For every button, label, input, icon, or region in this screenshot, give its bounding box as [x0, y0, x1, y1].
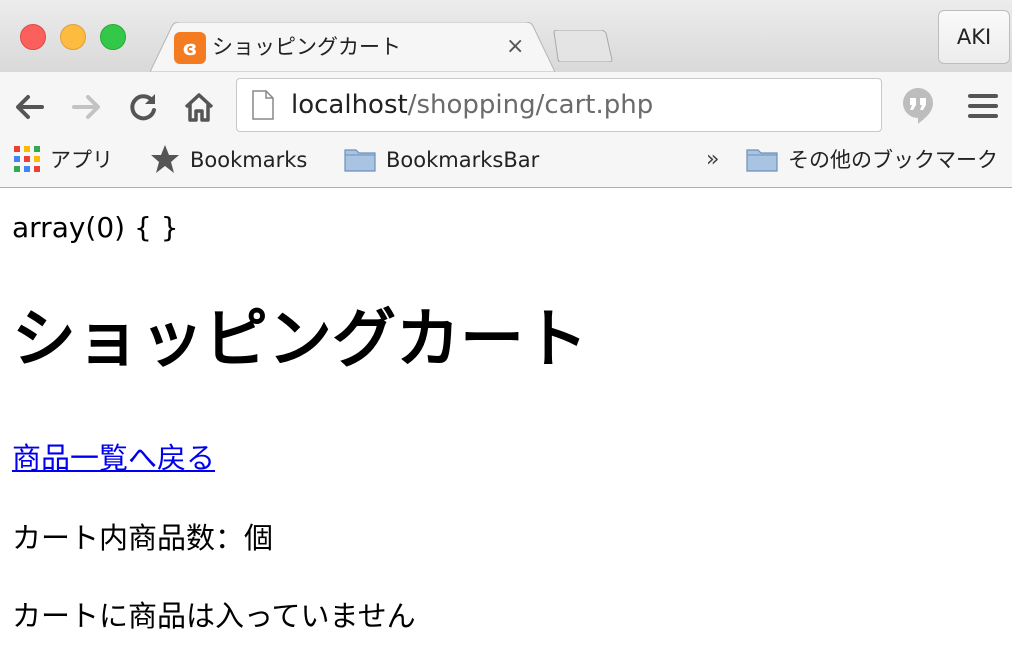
window-minimize-button[interactable]: [60, 24, 86, 50]
bookmark-other-label: その他のブックマーク: [788, 148, 998, 172]
cart-item-count: カート内商品数：個: [12, 521, 274, 555]
page-title: ショッピングカート: [12, 303, 588, 377]
home-icon[interactable]: [182, 90, 216, 124]
profile-button[interactable]: AKI: [938, 10, 1010, 64]
bookmark-folder-bookmarksbar[interactable]: BookmarksBar: [344, 140, 539, 180]
bookmark-apps-label: アプリ: [50, 148, 113, 172]
back-to-products-link[interactable]: 商品一覧へ戻る: [12, 438, 215, 478]
forward-arrow-icon[interactable]: [70, 90, 104, 124]
window-maximize-button[interactable]: [100, 24, 126, 50]
bookmark-bookmarks[interactable]: Bookmarks: [150, 140, 307, 180]
tab-active[interactable]: ɞ ショッピングカート ×: [150, 22, 555, 72]
tab-title: ショッピングカート: [212, 35, 401, 59]
hangouts-icon[interactable]: [900, 86, 936, 126]
back-arrow-icon[interactable]: [12, 90, 46, 124]
apps-grid-icon: [14, 146, 40, 172]
url-text[interactable]: localhost/shopping/cart.php: [291, 79, 653, 131]
title-bar: ɞ ショッピングカート × AKI: [0, 0, 1012, 72]
var-dump-output: array(0) { }: [12, 211, 179, 244]
window-close-button[interactable]: [20, 24, 46, 50]
bookmarks-bar: アプリ Bookmarks BookmarksBar » その他のブックマーク: [0, 140, 1012, 188]
url-path: /shopping/cart.php: [407, 90, 654, 120]
xampp-icon: ɞ: [174, 32, 206, 64]
address-bar[interactable]: localhost/shopping/cart.php: [236, 78, 882, 132]
bookmark-apps[interactable]: アプリ: [14, 140, 113, 180]
url-host: localhost: [291, 90, 408, 120]
folder-icon: [344, 149, 376, 172]
toolbar: localhost/shopping/cart.php: [0, 72, 1012, 140]
folder-icon: [746, 149, 778, 172]
menu-icon[interactable]: [966, 92, 1000, 120]
bookmark-folder-other[interactable]: その他のブックマーク: [746, 140, 998, 180]
bookmarks-overflow-chevron[interactable]: »: [706, 140, 719, 180]
new-tab-button[interactable]: [552, 29, 614, 63]
bookmark-bookmarks-label: Bookmarks: [190, 148, 308, 172]
bookmark-bar-label: BookmarksBar: [386, 148, 540, 172]
cart-empty-message: カートに商品は入っていません: [12, 599, 416, 633]
reload-icon[interactable]: [126, 90, 160, 124]
star-icon: [151, 145, 179, 173]
tab-close-icon[interactable]: ×: [506, 32, 524, 62]
page-icon: [252, 90, 274, 120]
